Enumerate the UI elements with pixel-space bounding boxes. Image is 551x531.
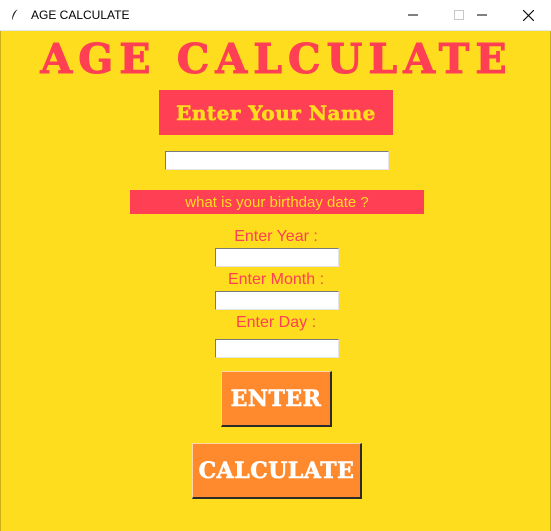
minimize-icon xyxy=(408,10,418,20)
name-label: Enter Your Name xyxy=(159,90,393,135)
year-input[interactable] xyxy=(215,248,339,267)
app-heading: Age Calculate xyxy=(40,35,513,84)
month-input[interactable] xyxy=(215,291,339,310)
maximize-icon xyxy=(454,10,464,20)
feather-icon xyxy=(7,7,23,23)
close-icon xyxy=(522,9,534,21)
close-button[interactable] xyxy=(505,0,551,30)
name-input[interactable] xyxy=(165,151,389,170)
birthday-label: what is your birthday date ? xyxy=(130,190,424,214)
window-title: AGE CALCULATE xyxy=(31,8,130,22)
minimize-button-alt[interactable] xyxy=(390,0,436,30)
year-label: Enter Year : xyxy=(234,228,318,245)
app-body: Age Calculate Enter Your Name what is yo… xyxy=(0,31,551,531)
calculate-button[interactable]: CALCULATE xyxy=(192,443,362,499)
day-input[interactable] xyxy=(215,339,339,358)
enter-button[interactable]: ENTER xyxy=(221,371,332,427)
month-label: Enter Month : xyxy=(227,271,325,288)
maximize-button[interactable] xyxy=(436,0,482,30)
day-label: Enter Day : xyxy=(235,314,317,331)
